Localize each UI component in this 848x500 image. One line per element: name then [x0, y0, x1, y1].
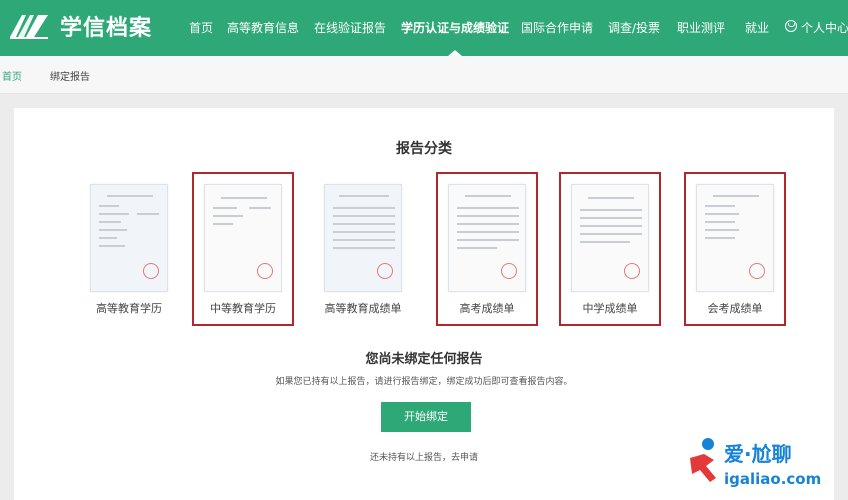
report-card-higher-education-transcript[interactable]: 高等教育成绩单 — [314, 174, 412, 324]
breadcrumb-current: 绑定报告 — [50, 72, 90, 83]
book-logo-icon — [10, 15, 48, 39]
breadcrumb-home[interactable]: 首页 — [2, 68, 22, 83]
nav-home[interactable]: 首页 — [189, 19, 213, 36]
nav-survey-vote[interactable]: 调查/投票 — [608, 19, 660, 36]
report-thumbnail — [90, 184, 168, 292]
nav-international-cooperation[interactable]: 国际合作申请 — [521, 19, 593, 36]
report-card-high-school-transcript[interactable]: 中学成绩单 — [559, 172, 661, 326]
empty-state-title: 您尚未绑定任何报告 — [365, 352, 483, 367]
report-label: 中等教育学历 — [210, 302, 276, 315]
report-label: 高等教育学历 — [96, 302, 162, 315]
report-thumbnail — [571, 184, 649, 292]
user-icon[interactable] — [785, 20, 797, 32]
breadcrumb: 首页 绑定报告 — [0, 56, 848, 94]
seal-stamp-icon — [377, 263, 393, 279]
nav-personal-center[interactable]: 个人中心 — [801, 19, 848, 36]
nav-employment[interactable]: 就业 — [745, 19, 769, 36]
nav-higher-education-info[interactable]: 高等教育信息 — [227, 19, 299, 36]
top-navigation-bar: 学信档案 首页 高等教育信息 在线验证报告 学历认证与成绩验证 国际合作申请 调… — [0, 0, 848, 56]
report-card-secondary-education-degree[interactable]: 中等教育学历 — [192, 172, 294, 326]
watermark-url: igaliao.com — [724, 470, 822, 488]
seal-stamp-icon — [749, 263, 765, 279]
seal-stamp-icon — [143, 263, 159, 279]
watermark-text: 爱·尬聊 — [724, 442, 792, 466]
start-binding-button[interactable]: 开始绑定 — [381, 402, 471, 432]
seal-stamp-icon — [501, 263, 517, 279]
report-card-huikao-transcript[interactable]: 会考成绩单 — [684, 172, 786, 326]
report-thumbnail — [324, 184, 402, 292]
report-thumbnail — [204, 184, 282, 292]
nav-career-assessment[interactable]: 职业测评 — [677, 19, 725, 36]
watermark: 爱·尬聊 igaliao.com — [686, 436, 844, 496]
seal-stamp-icon — [624, 263, 640, 279]
seal-stamp-icon — [257, 263, 273, 279]
report-label: 高等教育成绩单 — [324, 302, 402, 315]
report-thumbnail — [696, 184, 774, 292]
report-thumbnail — [448, 184, 526, 292]
report-card-gaokao-transcript[interactable]: 高考成绩单 — [436, 172, 538, 326]
site-logo-text: 学信档案 — [60, 16, 153, 41]
running-figure-logo-icon — [690, 438, 716, 482]
site-logo[interactable]: 学信档案 — [8, 10, 152, 42]
section-title: 报告分类 — [396, 141, 452, 157]
report-label: 会考成绩单 — [707, 302, 763, 315]
report-card-higher-education-degree[interactable]: 高等教育学历 — [80, 174, 178, 324]
empty-state-description: 如果您已持有以上报告，请进行报告绑定，绑定成功后即可查看报告内容。 — [275, 377, 573, 387]
report-label: 高考成绩单 — [459, 302, 515, 315]
report-label: 中学成绩单 — [582, 302, 638, 315]
nav-degree-certification[interactable]: 学历认证与成绩验证 — [401, 19, 509, 36]
nav-online-verification-report[interactable]: 在线验证报告 — [314, 19, 386, 36]
